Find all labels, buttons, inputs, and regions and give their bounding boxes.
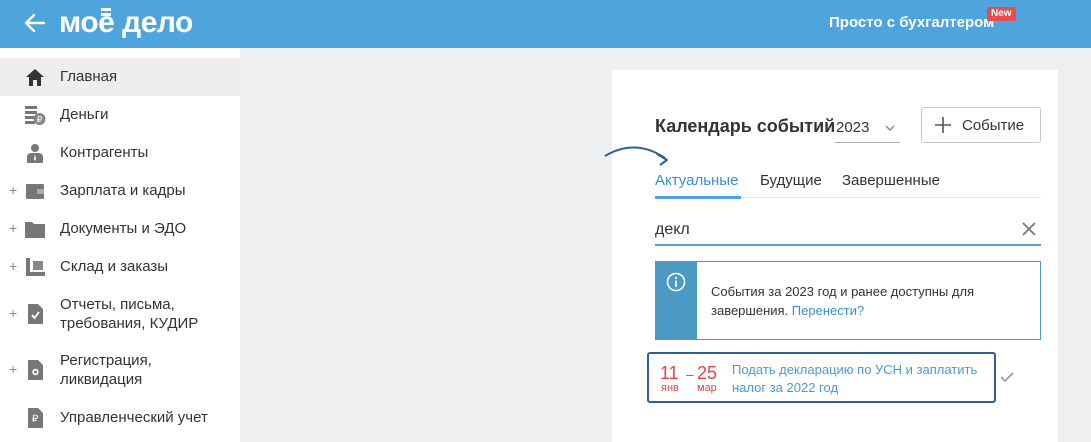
event-start-month: янв (661, 382, 679, 394)
sidebar-item-label: Склад и заказы (60, 258, 169, 275)
sidebar-item-label: Отчеты, письма, требования, КУДИР (60, 296, 199, 332)
money-icon: ₽ (25, 106, 46, 125)
active-tab-underline (655, 196, 741, 199)
year-select[interactable]: 2023 (835, 113, 900, 143)
sidebar-item-salary[interactable]: + Зарплата и кадры (0, 172, 240, 210)
management-icon: ₽ (28, 408, 43, 428)
add-event-label: Событие (962, 117, 1025, 134)
info-text: События за 2023 год и ранее доступны для… (711, 282, 1031, 320)
back-arrow-icon[interactable] (22, 10, 48, 36)
logo-text: мое дело (59, 6, 193, 39)
info-icon (666, 272, 686, 292)
registration-icon (28, 360, 43, 380)
warehouse-icon (26, 258, 45, 276)
sidebar-item-warehouse[interactable]: + Склад и заказы (0, 248, 240, 286)
logo[interactable]: мое дело (59, 6, 193, 40)
home-icon (26, 69, 44, 86)
expand-plus-icon[interactable]: + (9, 361, 17, 377)
sidebar-item-label: Зарплата и кадры (60, 182, 186, 199)
expand-plus-icon[interactable]: + (9, 220, 17, 236)
wallet-icon (26, 184, 44, 199)
tab-future[interactable]: Будущие (760, 172, 822, 189)
close-icon[interactable] (1022, 222, 1036, 236)
sidebar-item-registration[interactable]: + Регистрация, ликвидация (0, 342, 240, 398)
contractor-icon (27, 144, 43, 163)
checkmark-icon[interactable] (1000, 371, 1014, 383)
event-end-month: мар (697, 382, 717, 394)
tab-current[interactable]: Актуальные (655, 172, 738, 189)
add-event-button[interactable]: Событие (921, 107, 1041, 143)
search-input[interactable] (655, 218, 1005, 242)
search-box (655, 214, 1041, 246)
event-title: Подать декларацию по УСН и заплатить нал… (732, 362, 978, 395)
event-start-day: 11 (660, 363, 679, 383)
expand-plus-icon[interactable]: + (9, 258, 17, 274)
info-banner: События за 2023 год и ранее доступны для… (655, 261, 1041, 340)
move-link[interactable]: Перенести? (792, 303, 864, 318)
sidebar-item-label: Главная (60, 68, 118, 85)
year-value: 2023 (836, 119, 870, 136)
info-side (656, 262, 697, 339)
sidebar-item-documents[interactable]: + Документы и ЭДО (0, 210, 240, 248)
sidebar-item-reports[interactable]: + Отчеты, письма, требования, КУДИР (0, 286, 240, 342)
sidebar-item-label: Деньги (60, 106, 109, 123)
expand-plus-icon[interactable]: + (9, 305, 17, 321)
event-date-separator: – (686, 366, 694, 382)
top-bar: мое дело Просто с бухгалтером New (0, 0, 1091, 48)
sidebar-item-label: Управленческий учет (60, 409, 208, 426)
svg-text:₽: ₽ (32, 414, 39, 425)
expand-plus-icon[interactable]: + (9, 182, 17, 198)
calendar-title: Календарь событий (655, 116, 836, 136)
sidebar-item-label: Контрагенты (60, 144, 149, 161)
sidebar-item-management[interactable]: ₽ Управленческий учет (0, 398, 240, 438)
curved-arrow-icon (604, 146, 668, 166)
svg-text:₽: ₽ (37, 115, 43, 125)
plus-icon (935, 117, 951, 133)
sidebar-item-home[interactable]: Главная (0, 58, 240, 96)
folder-icon (25, 222, 45, 238)
sidebar-item-label: Регистрация, ликвидация (60, 352, 152, 388)
promo-link[interactable]: Просто с бухгалтером (829, 14, 994, 31)
new-badge: New (987, 7, 1016, 21)
chevron-down-icon (885, 125, 895, 131)
event-end-day: 25 (697, 363, 718, 383)
sidebar-item-money[interactable]: ₽ Деньги (0, 96, 240, 134)
event-item[interactable]: 11 янв – 25 мар Подать декларацию по УСН… (647, 352, 996, 403)
sidebar-item-label: Документы и ЭДО (60, 220, 187, 237)
report-icon (28, 304, 43, 324)
sidebar-item-contractors[interactable]: Контрагенты (0, 134, 240, 172)
tab-completed[interactable]: Завершенные (842, 172, 940, 189)
